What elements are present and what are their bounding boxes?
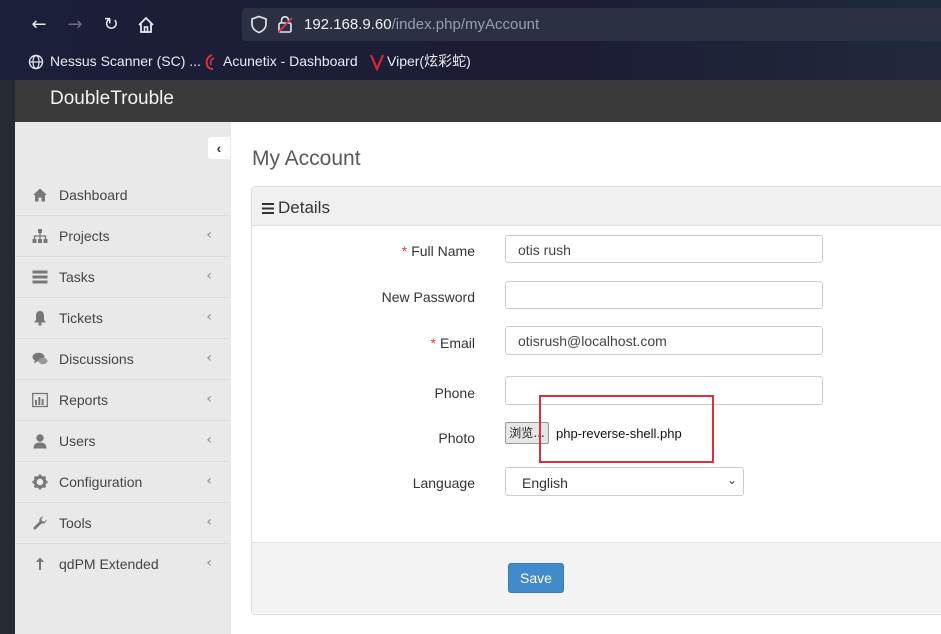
phone-label: Phone: [434, 385, 475, 401]
home-icon: [33, 188, 47, 202]
upload-icon: [36, 557, 44, 570]
url-host: 192.168.9.60: [304, 16, 392, 33]
wrench-icon: [33, 516, 47, 530]
lock-insecure-icon[interactable]: [277, 15, 293, 34]
sidebar-item-label: Projects: [59, 228, 110, 244]
sidebar-item-label: Tools: [59, 515, 92, 531]
chevron-left-icon: ‹: [206, 268, 212, 284]
label-text: Email: [439, 335, 475, 351]
label-text: Full Name: [411, 243, 475, 259]
new-password-label: New Password: [381, 289, 475, 305]
highlight-annotation-box: [539, 395, 714, 463]
full-name-input[interactable]: otis rush: [505, 235, 823, 263]
required-marker: *: [401, 243, 408, 259]
url-text[interactable]: 192.168.9.60/index.php/myAccount: [304, 16, 539, 33]
language-selected-value: English: [522, 475, 568, 491]
tasks-icon: [32, 270, 48, 284]
sidebar-item-projects[interactable]: Projects ‹: [15, 216, 230, 257]
sidebar-item-label: Reports: [59, 392, 109, 408]
reload-button[interactable]: ↻: [100, 14, 122, 36]
browser-toolbar: ← → ↻ 192.168.9.60/index.php/myAccount N…: [0, 0, 941, 80]
sidebar-item-label: Tasks: [59, 269, 95, 285]
address-bar[interactable]: 192.168.9.60/index.php/myAccount: [242, 8, 941, 41]
email-input[interactable]: otisrush@localhost.com: [505, 326, 823, 355]
bell-icon: [34, 311, 46, 326]
sidebar-item-tools[interactable]: Tools ‹: [15, 503, 230, 544]
chevron-left-icon: ‹: [206, 432, 212, 448]
comments-icon: [32, 352, 48, 365]
sidebar-item-label: qdPM Extended: [59, 556, 159, 572]
sidebar-toggle-button[interactable]: ‹: [208, 137, 230, 159]
page-title: My Account: [252, 147, 361, 170]
new-password-input[interactable]: [505, 281, 823, 309]
language-select[interactable]: English ⌄: [505, 467, 744, 496]
user-icon: [33, 434, 47, 449]
bookmark-label: Viper(炫彩蛇): [387, 53, 471, 69]
required-marker: *: [430, 335, 436, 351]
shield-icon[interactable]: [250, 15, 268, 34]
home-button[interactable]: [135, 14, 157, 36]
sidebar-item-label: Discussions: [59, 351, 134, 367]
panel-title-text: Details: [278, 198, 330, 217]
sidebar-item-label: Users: [59, 433, 96, 449]
home-icon: [138, 16, 154, 33]
sidebar-item-tickets[interactable]: Tickets ‹: [15, 298, 230, 339]
save-button[interactable]: Save: [508, 563, 564, 593]
chevron-left-icon: ‹: [206, 473, 212, 489]
chevron-left-icon: ‹: [216, 140, 222, 156]
globe-icon: [28, 55, 44, 70]
list-icon: [262, 203, 274, 214]
sidebar-item-label: Configuration: [59, 474, 143, 490]
acunetix-icon: [205, 54, 215, 71]
full-name-label: * Full Name: [250, 243, 475, 259]
sidebar-menu: Dashboard Projects ‹ Tasks ‹ Tickets ‹ D…: [15, 175, 230, 584]
gear-icon: [32, 474, 48, 490]
bookmark-label: Nessus Scanner (SC) ...: [50, 53, 201, 69]
sitemap-icon: [32, 229, 48, 243]
bookmark-acunetix[interactable]: Acunetix - Dashboard: [203, 50, 358, 72]
bookmark-viper[interactable]: Viper(炫彩蛇): [370, 50, 471, 72]
back-button[interactable]: ←: [28, 14, 50, 36]
chevron-left-icon: ‹: [206, 350, 212, 366]
sidebar-item-label: Tickets: [59, 310, 103, 326]
chevron-left-icon: ‹: [206, 514, 212, 530]
sidebar-item-label: Dashboard: [59, 187, 128, 203]
app-header: DoubleTrouble: [15, 80, 941, 122]
bar-chart-icon: [32, 392, 48, 408]
bookmark-nessus[interactable]: Nessus Scanner (SC) ...: [28, 50, 201, 72]
app-brand[interactable]: DoubleTrouble: [50, 88, 174, 110]
sidebar-item-discussions[interactable]: Discussions ‹: [15, 339, 230, 380]
chevron-left-icon: ‹: [206, 391, 212, 407]
chevron-left-icon: ‹: [206, 309, 212, 325]
sidebar-item-users[interactable]: Users ‹: [15, 421, 230, 462]
chevron-down-icon: ⌄: [726, 473, 737, 487]
chevron-left-icon: ‹: [206, 227, 212, 243]
sidebar-item-dashboard[interactable]: Dashboard: [15, 175, 230, 216]
bookmark-label: Acunetix - Dashboard: [223, 53, 358, 69]
forward-button[interactable]: →: [64, 14, 86, 36]
language-label: Language: [412, 475, 475, 491]
email-label: * Email: [250, 335, 475, 351]
sidebar-item-qdpm-extended[interactable]: qdPM Extended ‹: [15, 544, 230, 584]
panel-header: Details: [252, 187, 941, 226]
url-path: /index.php/myAccount: [391, 16, 540, 33]
background-window-edge: [0, 80, 15, 634]
sidebar-item-tasks[interactable]: Tasks ‹: [15, 257, 230, 298]
photo-label: Photo: [438, 430, 475, 446]
viper-icon: [370, 54, 384, 72]
sidebar-item-reports[interactable]: Reports ‹: [15, 380, 230, 421]
form-footer: [252, 542, 941, 613]
chevron-left-icon: ‹: [206, 555, 212, 571]
panel-title: Details: [262, 198, 330, 218]
sidebar-item-configuration[interactable]: Configuration ‹: [15, 462, 230, 503]
